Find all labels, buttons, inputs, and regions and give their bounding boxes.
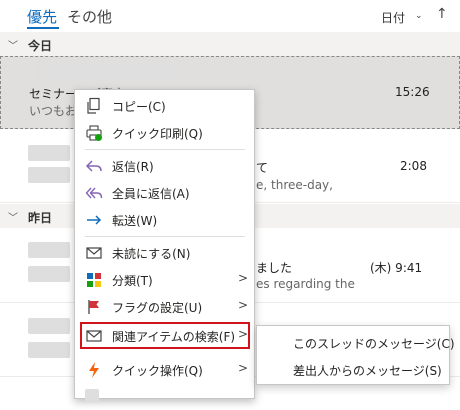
mail-time: 15:26: [395, 85, 430, 99]
reply-icon: [85, 160, 102, 172]
partial-icon: [85, 389, 99, 401]
chevron-down-icon[interactable]: ⌄: [415, 11, 423, 21]
menu-item-label: 全員に返信(A): [112, 187, 190, 201]
menu-item-reply-all[interactable]: 全員に返信(A): [75, 179, 254, 206]
menu-item-copy[interactable]: コピー(C): [75, 92, 254, 119]
menu-separator: [85, 149, 245, 150]
mail-envelope-icon: [86, 330, 102, 342]
context-menu: コピー(C) クイック印刷(Q) 返信(R) 全員に返信(A) 転送(W) 未読…: [74, 89, 255, 401]
mail-envelope-icon: [86, 247, 102, 259]
lightning-icon: [89, 362, 99, 378]
sender-blurred: [37, 65, 185, 79]
menu-item-label: 未読にする(N): [112, 247, 191, 261]
chevron-right-icon: >: [238, 271, 249, 285]
submenu-item-thread[interactable]: このスレッドのメッセージ(C): [257, 329, 455, 355]
sender-blurred: [28, 318, 70, 334]
menu-item-label: クイック印刷(Q): [112, 127, 203, 141]
menu-item-label: 分類(T): [112, 274, 153, 288]
categorize-icon: [87, 273, 101, 287]
chevron-right-icon: >: [238, 361, 249, 375]
menu-item-quick-print[interactable]: クイック印刷(Q): [75, 119, 254, 146]
sender-blurred: [28, 242, 70, 258]
tab-other[interactable]: その他: [67, 6, 112, 27]
submenu-item-sender[interactable]: 差出人からのメッセージ(S): [257, 356, 449, 382]
group-label: 今日: [28, 39, 53, 53]
menu-separator: [85, 236, 245, 237]
menu-item-reply[interactable]: 返信(R): [75, 152, 254, 179]
menu-item-label: 返信(R): [112, 160, 154, 174]
menu-item-forward[interactable]: 転送(W): [75, 206, 254, 233]
mail-subject: て: [256, 161, 269, 175]
tab-focused-underline: [27, 27, 59, 29]
mail-subject: ました: [256, 261, 293, 275]
mail-preview: e, three-day,: [256, 178, 333, 192]
find-related-submenu: このスレッドのメッセージ(C) 差出人からのメッセージ(S): [256, 325, 455, 385]
tab-focused[interactable]: 優先: [27, 6, 57, 27]
chevron-down-icon: ﹀: [8, 213, 18, 224]
copy-icon: [87, 97, 100, 114]
quick-print-icon: [86, 125, 102, 141]
sort-by-button[interactable]: 日付: [381, 9, 405, 26]
reply-all-icon: [85, 187, 103, 199]
menu-item-label: フラグの設定(U): [112, 301, 203, 315]
menu-item-categorize[interactable]: 分類(T) >: [75, 266, 254, 293]
inbox-tabs: 優先 その他 日付 ⌄ ↑: [0, 0, 460, 30]
mail-time: (木) 9:41: [370, 261, 423, 275]
submenu-item-label: このスレッドのメッセージ(C): [293, 337, 455, 351]
menu-item-mark-unread[interactable]: 未読にする(N): [75, 239, 254, 266]
mail-preview: es regarding the: [256, 277, 355, 291]
chevron-right-icon: >: [238, 298, 249, 312]
flag-icon: [88, 300, 99, 314]
menu-item-label: 転送(W): [112, 214, 158, 228]
menu-item-label: コピー(C): [112, 100, 166, 114]
chevron-down-icon: ﹀: [8, 41, 18, 52]
menu-item-quick-steps[interactable]: クイック操作(Q) >: [75, 356, 254, 383]
menu-item-partial[interactable]: [75, 383, 254, 410]
preview-blurred: [28, 342, 70, 358]
forward-icon: [87, 215, 102, 225]
menu-item-label: 関連アイテムの検索(F): [112, 330, 236, 344]
chevron-right-icon: >: [238, 327, 249, 341]
mail-time: 2:08: [400, 159, 427, 173]
preview-blurred: [28, 266, 70, 282]
submenu-item-label: 差出人からのメッセージ(S): [293, 364, 442, 378]
sort-direction-icon[interactable]: ↑: [436, 6, 448, 22]
sender-blurred: [28, 145, 70, 161]
preview-blurred: [28, 167, 70, 183]
group-header-today[interactable]: ﹀ 今日: [0, 32, 460, 56]
menu-item-find-related[interactable]: 関連アイテムの検索(F) >: [80, 322, 250, 349]
menu-item-flag[interactable]: フラグの設定(U) >: [75, 293, 254, 320]
group-label: 昨日: [28, 211, 53, 225]
menu-item-label: クイック操作(Q): [112, 364, 203, 378]
